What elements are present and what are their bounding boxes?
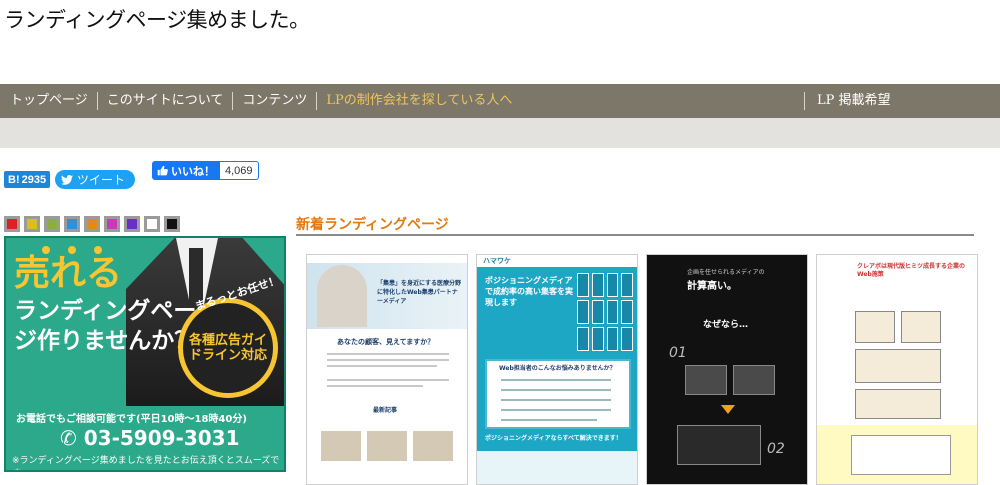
color-swatch-purple[interactable] — [124, 216, 140, 232]
thumbs-up-icon — [157, 165, 168, 176]
article-image — [321, 431, 361, 461]
thumbnail-logo: ハマワケ — [483, 257, 511, 265]
step-number: 02 — [767, 441, 785, 457]
screen-image — [677, 425, 761, 465]
like-count: 4,069 — [220, 161, 259, 180]
arrow-down-icon — [721, 405, 735, 414]
ad-phone-value: 03-5909-3031 — [83, 426, 240, 450]
hatena-count: 2935 — [21, 173, 47, 186]
like-button[interactable]: いいね！ — [152, 161, 220, 180]
site-title[interactable]: ランディングページ集めました。 — [4, 4, 310, 34]
nav-item-about[interactable]: このサイトについて — [98, 92, 234, 110]
nav-item-contents[interactable]: コンテンツ — [233, 92, 318, 110]
grid-cell — [606, 327, 619, 351]
tweet-button[interactable]: ツイート — [55, 170, 136, 189]
text-line — [501, 379, 611, 381]
grid-cell — [606, 273, 619, 297]
tweet-label: ツイート — [77, 173, 126, 187]
grid-cell — [577, 327, 589, 351]
color-swatch-blue[interactable] — [64, 216, 80, 232]
text-line — [327, 359, 449, 361]
nav-item-lp-listing[interactable]: LP 掲載希望 — [804, 92, 891, 110]
twitter-bird-icon — [61, 174, 73, 185]
icon-grid — [577, 273, 633, 351]
text-line — [501, 409, 611, 411]
color-swatch-red[interactable] — [4, 216, 20, 232]
lp-thumbnail-dark[interactable]: 企画を任せられるメディアの 計算高い。 なぜなら… 01 02 — [646, 254, 808, 485]
comic-panel — [855, 389, 941, 419]
grid-cell — [577, 273, 589, 297]
comic-panel — [901, 311, 941, 343]
thumbnail-bottom-area — [477, 451, 637, 484]
grid-cell — [621, 327, 633, 351]
color-swatch-green[interactable] — [44, 216, 60, 232]
color-swatch-pink[interactable] — [104, 216, 120, 232]
color-swatch-yellow[interactable] — [24, 216, 40, 232]
text-line — [327, 365, 437, 367]
thumbnail-list-box — [851, 435, 951, 475]
main-nav: トップページ このサイトについて コンテンツ LPの制作会社を探している人へ L… — [0, 84, 1000, 118]
ad-phone-label: お電話でもご相談可能です(平日10時〜18時40分) — [16, 414, 247, 425]
lp-thumbnail-comic[interactable]: クレアボは現代版ヒミツ成長する企業のWeb施策 — [816, 254, 978, 485]
ad-headline-2: ランディングページ作りませんか？ — [14, 298, 198, 354]
article-image — [413, 431, 453, 461]
comic-panel — [855, 311, 895, 343]
section-divider — [296, 234, 974, 236]
ad-phone-number: ✆ 03-5909-3031 — [60, 426, 240, 450]
grid-cell — [591, 327, 604, 351]
grid-cell — [577, 300, 589, 324]
thumbnail-subhead: 企画を任せられるメディアの — [687, 269, 765, 276]
ad-headline-1: 売れる — [14, 253, 123, 294]
screen-image — [733, 365, 775, 395]
text-line — [501, 389, 611, 391]
color-swatch-white[interactable] — [144, 216, 160, 232]
screen-image — [685, 365, 727, 395]
lp-thumbnail-medical[interactable]: 「集患」を身近にする医療分野に特化したWeb集患パートナーメディア あなたの顧客… — [306, 254, 468, 485]
thumbnail-copy: 「集患」を身近にする医療分野に特化したWeb集患パートナーメディア — [377, 280, 462, 305]
grid-cell — [591, 273, 604, 297]
comic-panel — [855, 349, 941, 383]
hatena-bookmark-button[interactable]: B! 2935 — [4, 171, 51, 188]
text-line — [327, 353, 449, 355]
doctor-image — [317, 265, 367, 327]
text-line — [501, 419, 597, 421]
thumbnail-footer-text: ポジショニングメディアならすべて解決できます！ — [485, 435, 622, 442]
phone-icon: ✆ — [60, 426, 77, 450]
nav-item-top[interactable]: トップページ — [0, 92, 98, 110]
grid-cell — [606, 300, 619, 324]
like-label: いいね！ — [171, 165, 215, 178]
problems-box-title: Web担当者のこんなお悩みありませんか？ — [499, 365, 616, 372]
color-swatch-black[interactable] — [164, 216, 180, 232]
thumbnail-question: あなたの顧客、見えてますか？ — [337, 338, 435, 346]
article-image — [367, 431, 407, 461]
text-line — [327, 385, 423, 387]
lp-production-ad-banner[interactable]: 売れる ランディングページ作りませんか？ まるっとお任せ！ 各種広告ガイドライン… — [4, 236, 286, 472]
ad-badge-text: 各種広告ガイドライン対応 — [188, 333, 267, 363]
text-line — [501, 399, 611, 401]
thumbnail-headline: 計算高い。 — [687, 281, 737, 292]
hatena-icon: B! — [8, 173, 20, 186]
ad-note: ※ランディングページ集めましたを見たとお伝え頂くとスムーズです。 — [12, 456, 280, 470]
thumbnail-why: なぜなら… — [703, 320, 749, 330]
facebook-like-button[interactable]: いいね！ 4,069 — [152, 161, 259, 180]
thumbnail-headline: ポジショニングメディアで成約率の高い集客を実現します — [485, 276, 573, 307]
ad-badge: まるっとお任せ！ 各種広告ガイドライン対応 — [178, 274, 281, 398]
section-title-new-lp: 新着ランディングページ — [296, 217, 449, 233]
lp-thumbnail-positioning-media[interactable]: ハマワケ ポジショニングメディアで成約率の高い集客を実現します Web担当者のこ… — [476, 254, 638, 485]
text-line — [327, 379, 449, 381]
grid-cell — [621, 273, 633, 297]
thumbnail-label: 最新記事 — [373, 407, 398, 414]
grid-cell — [621, 300, 633, 324]
nav-item-lp-agency[interactable]: LPの制作会社を探している人へ — [317, 92, 521, 110]
color-swatch-orange[interactable] — [84, 216, 100, 232]
thumbnail-headline: クレアボは現代版ヒミツ成長する企業のWeb施策 — [857, 263, 966, 278]
step-number: 01 — [669, 345, 687, 361]
grid-cell — [591, 300, 604, 324]
color-filter — [4, 216, 180, 232]
thumbnail-pictures — [321, 431, 453, 461]
sub-nav-bar — [0, 118, 1000, 148]
